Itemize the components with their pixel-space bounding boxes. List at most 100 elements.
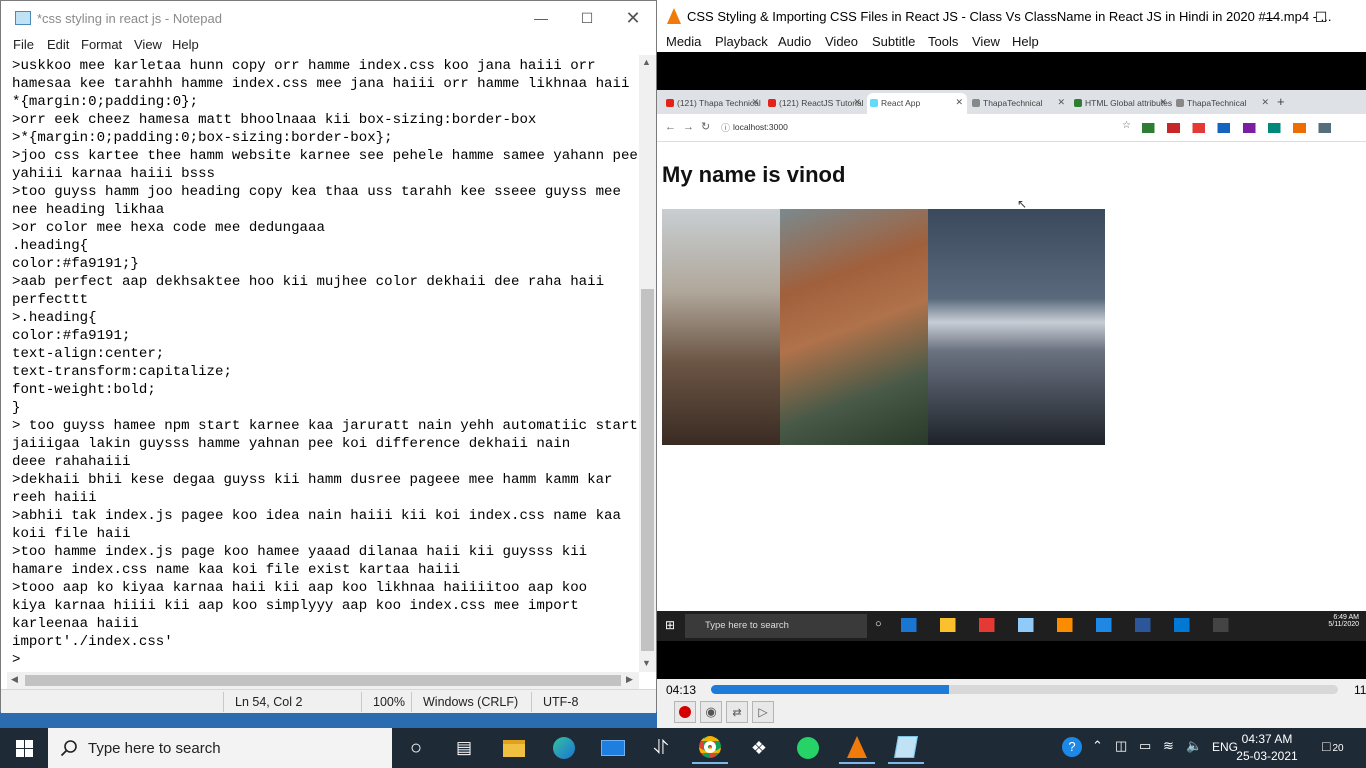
video-taskbar-search: Type here to search xyxy=(685,614,867,638)
cortana-button[interactable]: ○ xyxy=(398,732,434,764)
tab-favicon-icon xyxy=(1074,99,1082,107)
seek-bar[interactable] xyxy=(711,685,1338,694)
clock-date[interactable]: 25-03-2021 xyxy=(1232,749,1302,763)
video-taskbar-apps-icon xyxy=(901,618,1291,632)
vlc-titlebar[interactable]: CSS Styling & Importing CSS Files in Rea… xyxy=(657,0,1366,32)
help-button[interactable]: ? xyxy=(1062,737,1082,757)
extensions-icon xyxy=(1142,123,1352,133)
back-icon: ← xyxy=(665,121,676,133)
vlc-taskbar-button[interactable] xyxy=(839,732,875,764)
vlc-menu-help[interactable]: Help xyxy=(1012,34,1039,49)
vlc-menu-video[interactable]: Video xyxy=(825,34,858,49)
status-divider xyxy=(361,692,362,712)
volume-icon[interactable]: 🔈 xyxy=(1186,738,1202,754)
reload-icon: ↻ xyxy=(701,121,711,133)
close-button[interactable]: ✕ xyxy=(610,1,656,35)
browser-tab: (121) Thapa Technical ✕ xyxy=(663,93,763,114)
video-frame[interactable]: (121) Thapa Technical ✕ (121) ReactJS Tut… xyxy=(657,52,1366,679)
video-windows-taskbar: ⊞ Type here to search ○ 6:49 AM 5/11/2020 xyxy=(657,611,1366,641)
whatsapp-button[interactable] xyxy=(790,732,826,764)
clock-time[interactable]: 04:37 AM xyxy=(1232,732,1302,746)
text-line: >too guyss hamm joo heading copy kea tha… xyxy=(12,184,621,200)
text-line: >or color mee hexa code mee dedungaaa xyxy=(12,220,325,236)
menu-help[interactable]: Help xyxy=(172,37,199,52)
video-start-icon: ⊞ xyxy=(665,618,676,632)
loop-ab-button[interactable]: ⇄ xyxy=(726,701,748,723)
notepad-taskbar-button[interactable] xyxy=(888,732,924,764)
text-line: reeh haiii xyxy=(12,490,97,506)
app-s-button[interactable]: ⥯ xyxy=(643,732,679,764)
tab-favicon-icon xyxy=(1176,99,1184,107)
taskbar-search-placeholder: Type here to search xyxy=(88,740,221,757)
notification-icon: □ xyxy=(1322,738,1331,754)
display-icon[interactable]: ◫ xyxy=(1115,738,1127,754)
text-line: >uskkoo mee karletaa hunn copy orr hamme… xyxy=(12,58,596,74)
crowd-image xyxy=(662,209,780,445)
vlc-cone-icon xyxy=(667,8,681,24)
menu-format[interactable]: Format xyxy=(81,37,122,52)
vertical-scroll-thumb[interactable] xyxy=(641,289,654,651)
chevron-up-icon[interactable]: ⌃ xyxy=(1092,738,1103,754)
tab-label: (121) Thapa Technical xyxy=(677,98,761,108)
frame-step-button[interactable]: ▷ xyxy=(752,701,774,723)
menu-edit[interactable]: Edit xyxy=(47,37,69,52)
chrome-button[interactable] xyxy=(692,732,728,764)
scroll-right-icon[interactable]: ▶ xyxy=(626,674,633,685)
vlc-menu-audio[interactable]: Audio xyxy=(778,34,811,49)
tab-close-icon: ✕ xyxy=(955,97,963,107)
menu-file[interactable]: File xyxy=(13,37,34,52)
vlc-menu-tools[interactable]: Tools xyxy=(928,34,958,49)
tab-close-icon: ✕ xyxy=(853,97,861,107)
forward-icon: → xyxy=(683,121,694,133)
text-line: >dekhaii bhii kese degaa guyss kii hamm … xyxy=(12,472,613,488)
text-line: *{margin:0;padding:0}; xyxy=(12,94,199,110)
wifi-icon[interactable]: ≋ xyxy=(1163,738,1174,754)
minimize-button[interactable]: — xyxy=(518,1,564,35)
task-view-button[interactable]: ▤ xyxy=(446,732,482,764)
start-button[interactable] xyxy=(0,728,48,768)
mail-button[interactable] xyxy=(595,732,631,764)
text-line: .heading{ xyxy=(12,238,89,254)
text-line: koii file haii xyxy=(12,526,131,542)
text-line: karleenaa haiii xyxy=(12,616,139,632)
vlc-menu-view[interactable]: View xyxy=(972,34,1000,49)
maximize-button[interactable]: ☐ xyxy=(564,1,610,35)
notepad-titlebar[interactable]: *css styling in react js - Notepad — ☐ ✕ xyxy=(1,1,656,35)
battery-icon[interactable]: ▭ xyxy=(1139,738,1151,754)
vlc-menu-subtitle[interactable]: Subtitle xyxy=(872,34,915,49)
tab-favicon-icon xyxy=(768,99,776,107)
edge-button[interactable] xyxy=(546,732,582,764)
vlc-menu-playback[interactable]: Playback xyxy=(715,34,768,49)
taskbar-search-box[interactable]: Type here to search xyxy=(48,728,392,768)
file-explorer-button[interactable] xyxy=(496,732,532,764)
browser-tab-active: React App ✕ xyxy=(867,93,967,114)
loop-ab-icon: ⇄ xyxy=(732,706,742,719)
vlc-minimize-button[interactable]: — xyxy=(1253,0,1291,34)
action-center-button[interactable]: □ 20 xyxy=(1322,738,1344,754)
vlc-menu-media[interactable]: Media xyxy=(666,34,701,49)
edge-icon xyxy=(553,737,575,759)
vlc-maximize-button[interactable]: ☐ xyxy=(1302,0,1340,34)
notepad-icon xyxy=(894,736,918,758)
snapshot-button[interactable]: ◉ xyxy=(700,701,722,723)
text-line: color:#fa9191;} xyxy=(12,256,139,272)
scroll-left-icon[interactable]: ◀ xyxy=(11,674,18,685)
notepad-menubar: File Edit Format View Help xyxy=(1,35,656,55)
task-view-icon: ▤ xyxy=(455,738,473,757)
windows-taskbar: Type here to search ○ ▤ ⥯ ❖ ? ⌃ ◫ ▭ ≋ 🔈 … xyxy=(0,728,1366,768)
status-position: Ln 54, Col 2 xyxy=(235,695,303,709)
dropbox-button[interactable]: ❖ xyxy=(741,732,777,764)
frame-step-icon: ▷ xyxy=(758,705,768,719)
record-button[interactable] xyxy=(674,701,696,723)
scroll-down-icon[interactable]: ▼ xyxy=(642,658,651,668)
tab-close-icon: ✕ xyxy=(1159,97,1167,107)
horizontal-scroll-thumb[interactable] xyxy=(25,675,621,686)
text-line: text-align:center; xyxy=(12,346,165,362)
cortana-icon: ○ xyxy=(409,736,423,759)
scroll-up-icon[interactable]: ▲ xyxy=(642,57,651,67)
mountain-image xyxy=(928,209,1105,445)
menu-view[interactable]: View xyxy=(134,37,162,52)
village-image xyxy=(780,209,928,445)
browser-url: localhost:3000 xyxy=(733,122,788,132)
notepad-text-area[interactable]: >uskkoo mee karletaa hunn copy orr hamme… xyxy=(5,57,637,672)
